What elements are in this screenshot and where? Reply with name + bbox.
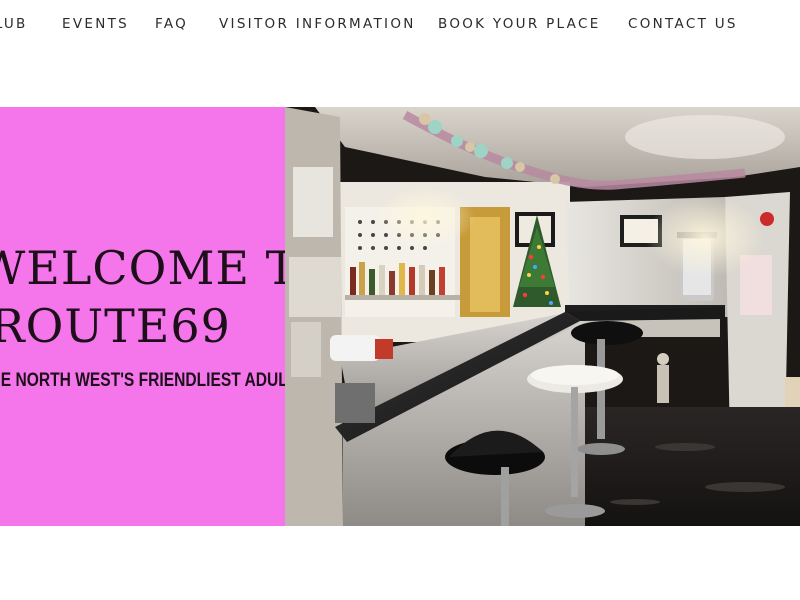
hero-text-panel: WELCOME TO ROUTE69 THE NORTH WEST'S FRIE… (0, 107, 285, 526)
hero-title-line-2: ROUTE69 (0, 299, 231, 353)
nav-item-faq[interactable]: FAQ (155, 16, 188, 32)
nav-item-events[interactable]: EVENTS (62, 16, 129, 32)
nav-item-contact-us[interactable]: CONTACT US (628, 16, 738, 32)
hero-title-line-1: WELCOME TO (0, 241, 285, 295)
nav-item-book-your-place[interactable]: BOOK YOUR PLACE (438, 16, 601, 32)
hero-section: WELCOME TO ROUTE69 THE NORTH WEST'S FRIE… (0, 107, 800, 526)
page: CLUB EVENTS FAQ VISITOR INFORMATION BOOK… (0, 0, 800, 600)
hero-tagline: THE NORTH WEST'S FRIENDLIEST ADULT CLUB (0, 370, 285, 391)
main-nav: CLUB EVENTS FAQ VISITOR INFORMATION BOOK… (0, 0, 800, 48)
bar-interior-photo (285, 107, 800, 526)
nav-item-club[interactable]: CLUB (0, 16, 28, 32)
nav-item-visitor-information[interactable]: VISITOR INFORMATION (219, 16, 416, 32)
